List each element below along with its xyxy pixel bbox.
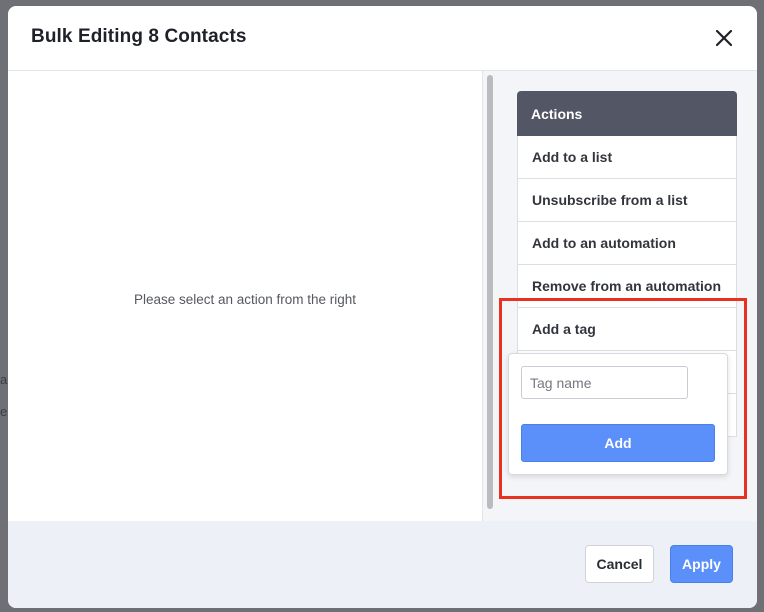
empty-state-message: Please select an action from the right — [133, 292, 357, 307]
background-text-fragment: a — [0, 372, 8, 387]
modal-footer: Cancel Apply — [8, 521, 757, 608]
add-tag-button[interactable]: Add — [521, 424, 715, 462]
action-add-tag[interactable]: Add a tag — [517, 308, 737, 351]
cancel-button[interactable]: Cancel — [585, 545, 654, 583]
close-icon — [715, 29, 733, 47]
action-preview-pane: Please select an action from the right — [8, 71, 482, 521]
tag-name-input[interactable] — [521, 366, 688, 399]
action-remove-from-automation[interactable]: Remove from an automation — [517, 265, 737, 308]
close-button[interactable] — [710, 24, 738, 52]
action-unsubscribe-from-list[interactable]: Unsubscribe from a list — [517, 179, 737, 222]
background-text-fragment: e — [0, 404, 8, 419]
scrollbar[interactable] — [482, 71, 498, 521]
scrollbar-thumb[interactable] — [487, 75, 493, 509]
actions-header: Actions — [517, 91, 737, 136]
action-add-to-automation[interactable]: Add to an automation — [517, 222, 737, 265]
add-tag-popover: Add — [508, 353, 728, 475]
action-add-to-list[interactable]: Add to a list — [517, 136, 737, 179]
bulk-edit-modal: Bulk Editing 8 Contacts Please select an… — [8, 6, 757, 608]
modal-header: Bulk Editing 8 Contacts — [8, 6, 757, 71]
modal-title: Bulk Editing 8 Contacts — [31, 26, 247, 47]
apply-button[interactable]: Apply — [670, 545, 733, 583]
